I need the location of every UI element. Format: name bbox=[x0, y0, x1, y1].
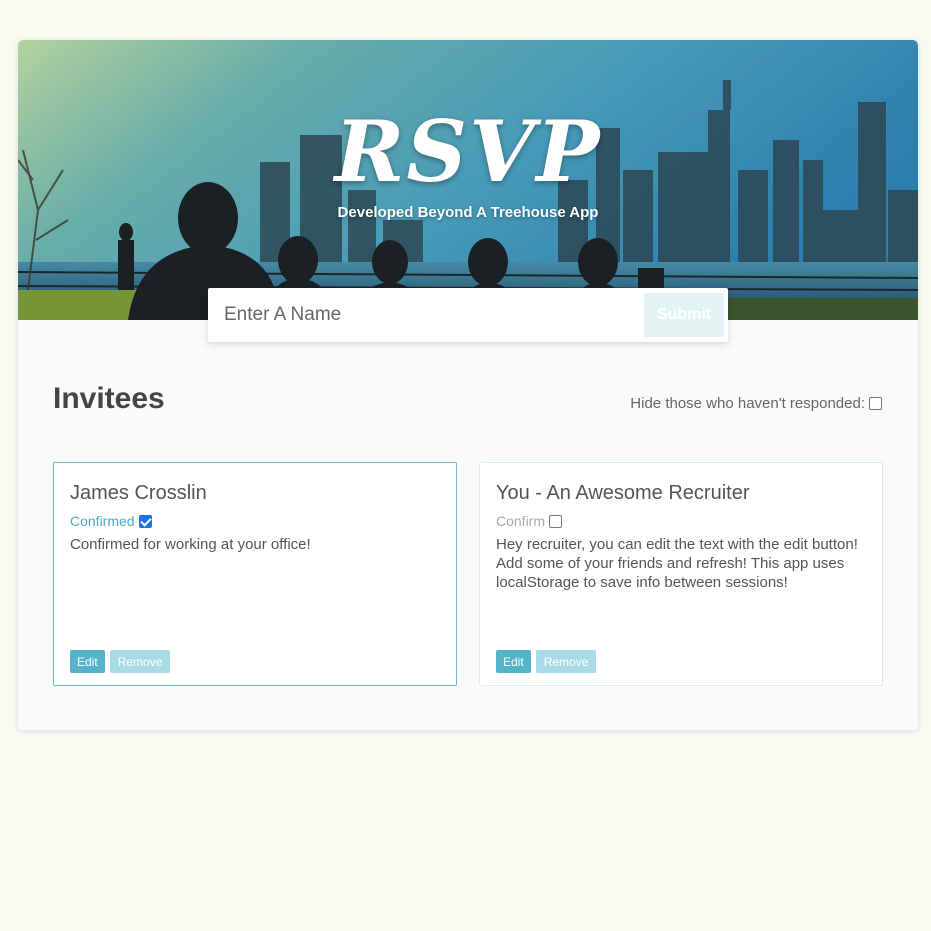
confirm-label: Confirm bbox=[496, 513, 546, 529]
name-input[interactable] bbox=[212, 293, 644, 337]
invitee-name: You - An Awesome Recruiter bbox=[496, 482, 750, 504]
remove-button[interactable]: Remove bbox=[109, 650, 171, 673]
confirm-checkbox[interactable] bbox=[549, 514, 563, 528]
confirm-checkbox[interactable] bbox=[138, 514, 152, 528]
app-title: RSVP bbox=[334, 102, 602, 201]
invitees-heading: Invitees bbox=[53, 382, 165, 415]
invitee-name: James Crosslin bbox=[70, 482, 207, 504]
confirm-toggle[interactable]: Confirm bbox=[496, 513, 563, 529]
hide-unresponded-filter[interactable]: Hide those who haven't responded: bbox=[630, 395, 882, 412]
submit-button[interactable]: Submit bbox=[644, 293, 724, 337]
remove-button[interactable]: Remove bbox=[535, 650, 597, 673]
edit-button[interactable]: Edit bbox=[70, 650, 105, 673]
rsvp-app: RSVP Developed Beyond A Treehouse App Su… bbox=[18, 40, 918, 730]
invitee-note: Hey recruiter, you can edit the text wit… bbox=[496, 536, 858, 591]
invitee-note: Confirmed for working at your office! bbox=[70, 536, 311, 553]
card-actions: Edit Remove bbox=[70, 650, 171, 673]
filter-label: Hide those who haven't responded: bbox=[630, 395, 865, 412]
add-invitee-form: Submit bbox=[208, 288, 728, 342]
invitee-card: You - An Awesome Recruiter Confirm Hey r… bbox=[479, 462, 883, 686]
confirm-toggle[interactable]: Confirmed bbox=[70, 513, 152, 529]
app-subtitle: Developed Beyond A Treehouse App bbox=[337, 204, 599, 221]
edit-button[interactable]: Edit bbox=[496, 650, 531, 673]
hide-unresponded-checkbox[interactable] bbox=[869, 397, 882, 410]
card-actions: Edit Remove bbox=[496, 650, 597, 673]
hero-banner: RSVP Developed Beyond A Treehouse App bbox=[18, 40, 918, 320]
confirm-label: Confirmed bbox=[70, 513, 135, 529]
invitee-card: James Crosslin Confirmed Confirmed for w… bbox=[53, 462, 457, 686]
